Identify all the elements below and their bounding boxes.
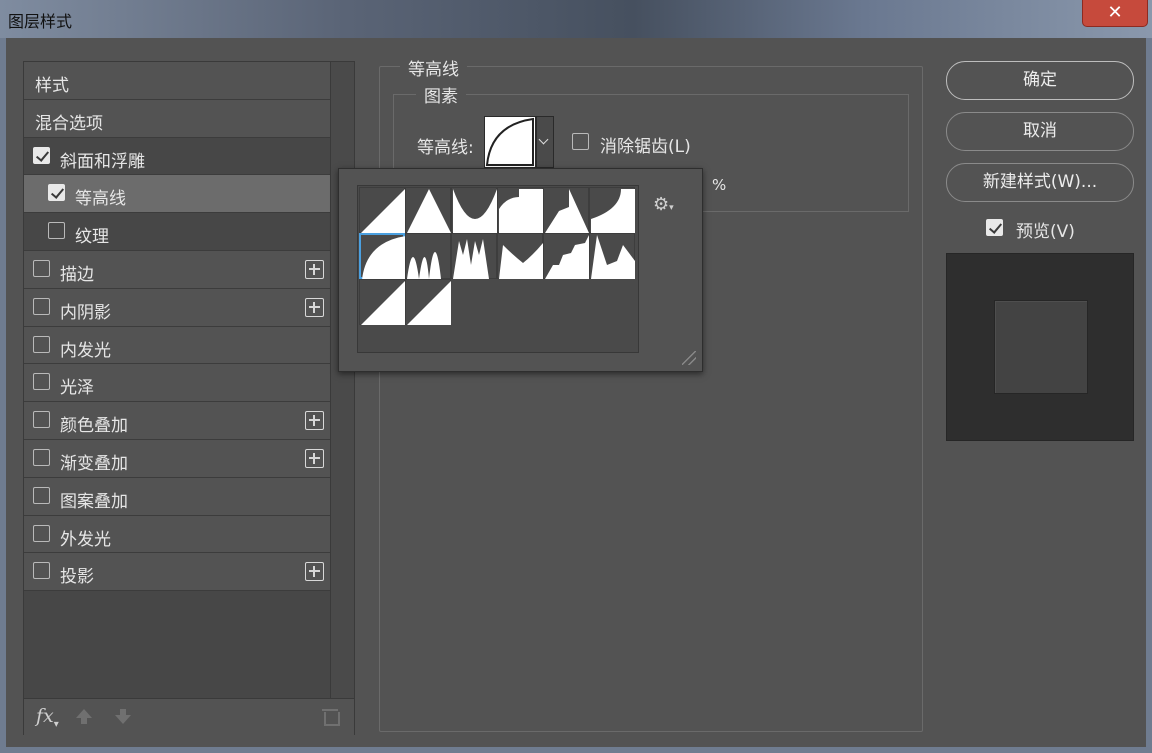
style-item-label: 投影 xyxy=(60,567,94,588)
style-item[interactable]: 混合选项 xyxy=(24,99,330,138)
style-item[interactable]: 内阴影 xyxy=(24,288,330,327)
style-checkbox[interactable] xyxy=(33,335,50,353)
style-item-label: 颜色叠加 xyxy=(60,416,128,437)
add-icon[interactable] xyxy=(305,411,324,431)
new-style-button[interactable]: 新建样式(W)... xyxy=(946,163,1134,202)
style-item-label: 内发光 xyxy=(60,340,111,361)
contour-rolling-slope-icon[interactable] xyxy=(497,233,543,279)
style-item[interactable]: 样式 xyxy=(24,62,330,100)
trash-icon[interactable] xyxy=(322,706,340,726)
contour-ring-icon[interactable] xyxy=(405,233,451,279)
contour-dropdown-button[interactable] xyxy=(536,116,554,168)
style-item[interactable]: 图案叠加 xyxy=(24,477,330,516)
style-checkbox[interactable] xyxy=(33,297,50,315)
style-item[interactable]: 光泽 xyxy=(24,364,330,403)
style-item-label: 纹理 xyxy=(75,227,109,248)
group-title: 图素 xyxy=(416,82,466,107)
style-checkbox[interactable] xyxy=(33,562,50,580)
add-icon[interactable] xyxy=(305,297,324,317)
add-icon[interactable] xyxy=(305,448,324,468)
style-item[interactable]: 投影 xyxy=(24,553,330,592)
style-item[interactable]: 斜面和浮雕 xyxy=(24,137,330,176)
style-checkbox[interactable] xyxy=(48,222,65,240)
style-checkbox[interactable] xyxy=(48,184,65,202)
style-list: 样式混合选项斜面和浮雕等高线纹理描边内阴影内发光光泽颜色叠加渐变叠加图案叠加外发… xyxy=(24,62,330,592)
style-item[interactable]: 等高线 xyxy=(24,175,330,214)
style-item-label: 内阴影 xyxy=(60,302,111,323)
fx-button[interactable]: fx▾ xyxy=(36,705,59,730)
contour-cove-deep-icon[interactable] xyxy=(497,187,543,233)
cancel-button[interactable]: 取消 xyxy=(946,112,1134,151)
fx-icon: fx xyxy=(36,705,54,727)
gear-icon[interactable]: ⚙▾ xyxy=(653,194,674,215)
style-item-label: 混合选项 xyxy=(35,113,103,134)
move-up-icon[interactable] xyxy=(76,709,92,724)
style-checkbox[interactable] xyxy=(33,259,50,277)
contour-thumbnail[interactable] xyxy=(484,116,536,168)
preview-checkbox[interactable] xyxy=(986,219,1003,236)
style-item[interactable]: 描边 xyxy=(24,250,330,289)
style-checkbox[interactable] xyxy=(33,146,50,164)
style-item[interactable]: 纹理 xyxy=(24,213,330,251)
ok-button[interactable]: 确定 xyxy=(946,61,1134,100)
preview-box xyxy=(946,253,1134,441)
style-checkbox[interactable] xyxy=(33,448,50,466)
contour-cove-shallow-icon[interactable] xyxy=(543,187,589,233)
style-checkbox[interactable] xyxy=(33,524,50,542)
contour-sawtooth-icon[interactable] xyxy=(589,233,635,279)
contour-gaussian-icon[interactable] xyxy=(589,187,635,233)
style-checkbox[interactable] xyxy=(33,486,50,504)
preview-swatch xyxy=(994,300,1088,394)
section-title: 等高线 xyxy=(400,55,467,80)
add-icon[interactable] xyxy=(305,259,324,279)
window-title: 图层样式 xyxy=(8,12,73,31)
contour-linear-inverse-icon[interactable] xyxy=(359,279,405,325)
contour-cone-inverted-icon[interactable] xyxy=(451,187,497,233)
close-button[interactable]: ✕ xyxy=(1082,0,1148,27)
style-checkbox[interactable] xyxy=(33,373,50,391)
contour-grid xyxy=(357,185,639,353)
style-list-scrollbar[interactable] xyxy=(330,62,354,698)
add-icon[interactable] xyxy=(305,562,324,582)
style-item[interactable]: 渐变叠加 xyxy=(24,439,330,478)
contour-linear-icon[interactable] xyxy=(359,187,405,233)
antialias-checkbox[interactable] xyxy=(572,133,589,150)
contour-rounded-steps-icon[interactable] xyxy=(543,233,589,279)
contour-linear-2-icon[interactable] xyxy=(405,279,451,325)
contour-picker-popup: ⚙▾ xyxy=(338,168,703,372)
style-item[interactable]: 外发光 xyxy=(24,515,330,554)
contour-ring-double-icon[interactable] xyxy=(451,233,497,279)
style-item[interactable]: 内发光 xyxy=(24,326,330,365)
contour-label: 等高线: xyxy=(417,138,474,158)
title-bar: 图层样式 ✕ xyxy=(0,0,1152,38)
antialias-label: 消除锯齿(L) xyxy=(600,137,691,157)
move-down-icon[interactable] xyxy=(115,709,131,724)
style-item-label: 渐变叠加 xyxy=(60,453,128,474)
style-item-label: 图案叠加 xyxy=(60,491,128,512)
style-item-label: 外发光 xyxy=(60,529,111,550)
style-item-label: 描边 xyxy=(60,264,94,285)
contour-cone-icon[interactable] xyxy=(405,187,451,233)
range-unit: % xyxy=(712,176,727,194)
style-item[interactable]: 颜色叠加 xyxy=(24,402,330,440)
style-item-label: 等高线 xyxy=(75,189,126,210)
resize-grip-icon[interactable] xyxy=(682,351,696,365)
style-item-label: 斜面和浮雕 xyxy=(60,151,145,172)
style-item-label: 光泽 xyxy=(60,378,94,399)
style-list-panel: 样式混合选项斜面和浮雕等高线纹理描边内阴影内发光光泽颜色叠加渐变叠加图案叠加外发… xyxy=(23,61,355,735)
preview-label: 预览(V) xyxy=(1016,222,1075,242)
contour-half-round-icon[interactable] xyxy=(359,233,406,280)
close-icon: ✕ xyxy=(1107,2,1123,23)
style-checkbox[interactable] xyxy=(33,411,50,429)
style-item-label: 样式 xyxy=(35,76,69,96)
style-list-footer: fx▾ xyxy=(24,698,354,735)
